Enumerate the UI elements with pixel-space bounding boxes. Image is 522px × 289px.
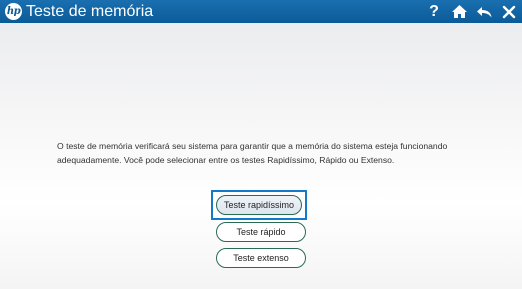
home-icon[interactable] (450, 3, 468, 21)
help-icon[interactable]: ? (425, 3, 443, 21)
quick-test-label: Teste rápido (236, 227, 286, 237)
test-description: O teste de memória verificará seu sistem… (57, 141, 448, 165)
hp-logo: hp (5, 3, 22, 20)
window-title: Teste de memória (26, 3, 154, 20)
help-label: ? (429, 2, 439, 20)
fastest-test-button[interactable]: Teste rapidíssimo (216, 195, 302, 215)
back-icon[interactable] (475, 3, 493, 21)
hp-logo-text: hp (6, 5, 21, 17)
title-bar: hp Teste de memória ? (0, 0, 522, 23)
fastest-test-label: Teste rapidíssimo (223, 200, 295, 210)
extensive-test-label: Teste extenso (233, 253, 289, 263)
extensive-test-button[interactable]: Teste extenso (216, 248, 306, 268)
memory-test-screen: hp Teste de memória ? O teste de memória… (0, 0, 522, 289)
close-icon[interactable] (500, 3, 518, 21)
title-bar-actions: ? (425, 0, 518, 23)
quick-test-button[interactable]: Teste rápido (216, 222, 306, 242)
